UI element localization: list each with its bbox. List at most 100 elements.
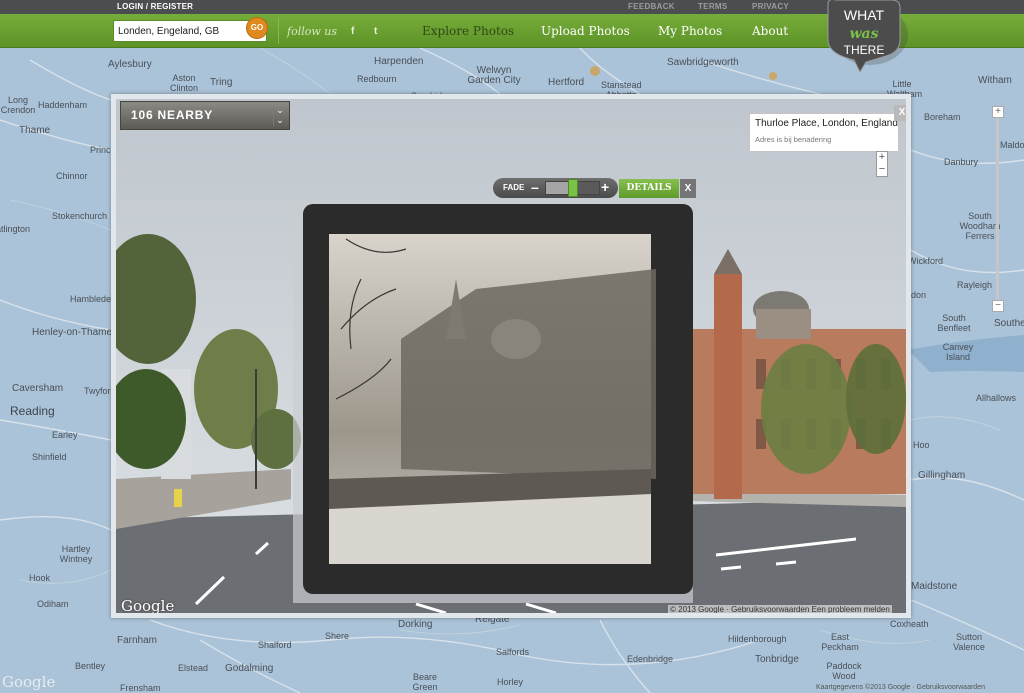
fade-slider-handle[interactable] [568,179,578,197]
map-place-label: Long Crendon [0,95,36,115]
map-place-label: Shere [325,631,350,641]
map-place-label: Redbourn [357,74,397,84]
map-place-label: Welwyn Garden City [467,65,521,86]
details-button[interactable]: DETAILS [619,179,679,198]
feedback-link[interactable]: FEEDBACK [628,2,675,11]
what-was-there-logo[interactable]: WHAT was THERE [820,0,916,74]
address-text: Thurloe Place, London, England [755,118,898,129]
map-place-label: Canvey Island [942,342,974,362]
facebook-icon[interactable]: f [351,26,354,37]
nav-my-photos[interactable]: My Photos [658,24,722,38]
map-place-label: Caversham [12,383,64,394]
map-attribution[interactable]: Kaartgegevens ©2013 Google · Gebruiksvoo… [816,684,985,691]
nav-divider [278,18,279,44]
close-street-view-button[interactable]: X [894,105,906,121]
map-place-label: Witham [978,75,1012,86]
map-place-label: Frensham [120,683,161,693]
map-place-label: Haddenham [38,100,88,110]
terms-of-use-link[interactable]: Gebruiksvoorwaarden [731,605,809,613]
map-place-label: Watlington [0,224,30,234]
map-place-label: Wickford [908,256,944,266]
map-place-label: Hook [29,573,51,583]
map-google-logo: Google [2,673,56,691]
location-search-box [113,20,267,42]
logo-line-what: WHAT [844,7,885,23]
nearby-photos-dropdown[interactable]: 106 NEARBY ⌄ ⌄ [120,101,290,130]
map-place-label: Horley [497,677,524,687]
location-search-input[interactable] [118,23,244,39]
map-place-label: Elstead [178,663,209,673]
map-place-label: Thame [19,125,51,136]
close-overlay-button[interactable]: X [680,179,696,198]
map-place-label: Sutton Valence [953,632,985,652]
nav-about[interactable]: About [752,24,788,38]
map-place-label: Aylesbury [108,59,152,70]
map-place-label: Stokenchurch [52,211,108,221]
map-place-label: Harpenden [374,56,424,67]
map-place-label: Danbury [944,157,979,167]
map-place-label: Southend-on-Sea [994,319,1024,329]
street-view-copyright: © 2013 Google · Gebruiksvoorwaarden Een … [668,605,892,614]
map-place-label: Godalming [225,663,274,674]
street-view-zoom-out-button[interactable]: − [877,164,887,176]
terms-link[interactable]: TERMS [698,2,728,11]
map-place-label: South Benfleet [937,313,971,333]
fade-label: FADE [503,183,525,192]
map-place-label: Princes Risborough [90,145,112,155]
map-place-label: Maidstone [911,581,958,592]
street-view-image[interactable] [116,99,906,613]
map-place-label: Bentley [75,661,106,671]
fade-decrease-button[interactable]: – [531,179,539,195]
map-place-label: Gillingham [918,470,966,481]
map-place-label: Chinnor [56,171,88,181]
map-place-label: Hildenborough [728,634,787,644]
street-view-zoom-control: + − [876,151,888,177]
fade-slider[interactable] [545,179,600,197]
map-place-label: Allhallows [976,393,1017,403]
map-place-label: Boreham [924,112,961,122]
address-approximate-note: Adres is bij benadering [755,135,832,144]
map-place-label: Paddock Wood [826,661,862,681]
nearby-count-label: 106 NEARBY [131,108,214,122]
fade-increase-button[interactable]: + [601,179,609,195]
map-place-label: Edenbridge [627,654,674,664]
logo-line-was: was [849,26,878,42]
map-place-label: Aston Clinton [169,73,198,93]
double-chevron-down-icon[interactable]: ⌄ ⌄ [273,105,286,126]
logo-line-there: THERE [844,43,885,57]
map-place-label: Maldon [1000,140,1024,150]
map-place-label: Odiham [37,599,69,609]
map-zoom-out-button[interactable]: − [992,300,1004,312]
map-place-label: Farnham [117,635,158,646]
map-place-label: Hartley Wintney [59,544,93,564]
login-register-link[interactable]: LOGIN / REGISTER [117,2,193,11]
map-place-label: Tonbridge [755,654,799,665]
twitter-icon[interactable]: t [374,26,377,37]
map-place-label: Coxheath [890,619,929,629]
map-place-label: Reading [10,404,55,418]
follow-us-label: follow us [287,25,337,38]
street-view-panel[interactable]: 106 NEARBY ⌄ ⌄ Thurloe Place, London, Eng… [111,94,911,618]
map-place-label: Earley [52,430,78,440]
map-place-label: Sawbridgeworth [667,57,739,68]
privacy-link[interactable]: PRIVACY [752,2,789,11]
fade-control: FADE – + [493,178,618,198]
go-button[interactable]: GO [246,17,268,39]
map-place-label: East Peckham [821,632,859,652]
map-place-label: Dorking [398,619,433,630]
nav-explore-photos[interactable]: Explore Photos [422,24,514,38]
map-place-label: Rayleigh [957,280,993,290]
address-box: Thurloe Place, London, England Adres is … [749,113,899,152]
map-place-label: Hambleden [70,294,117,304]
map-zoom-slider[interactable] [996,110,999,310]
copyright-text: © 2013 Google · [670,605,729,614]
map-place-label: Henley-on-Thames [32,327,118,338]
map-place-label: Shinfield [32,452,67,462]
nav-upload-photos[interactable]: Upload Photos [541,24,630,38]
map-place-label: Hertford [548,77,585,88]
map-zoom-in-button[interactable]: + [992,106,1004,118]
map-place-label: Salfords [496,647,530,657]
map-place-label: Hoo [913,440,930,450]
fade-slider-fill [546,182,568,194]
report-problem-link[interactable]: Een probleem melden [812,605,890,613]
